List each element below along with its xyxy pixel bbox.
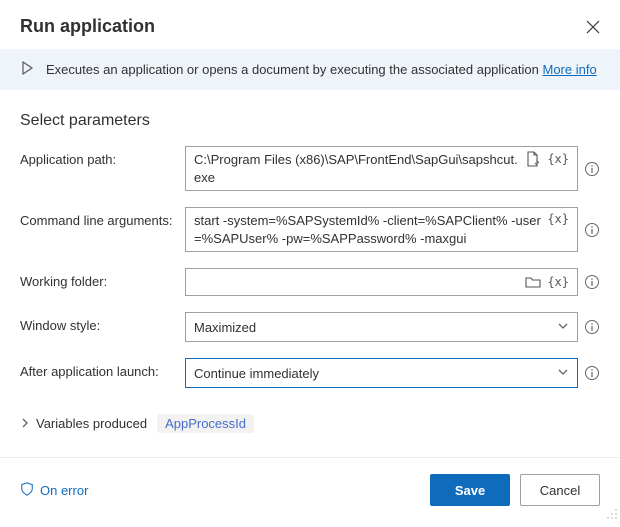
label-working-folder: Working folder: <box>20 268 175 289</box>
chevron-right-icon <box>20 416 30 431</box>
chevron-down-icon <box>557 320 569 335</box>
row-command-line-arguments: Command line arguments: start -system=%S… <box>20 199 600 260</box>
section-title: Select parameters <box>0 90 620 138</box>
chevron-down-icon <box>557 366 569 381</box>
more-info-link[interactable]: More info <box>543 62 597 77</box>
info-icon[interactable] <box>584 319 600 335</box>
on-error-link[interactable]: On error <box>20 482 88 499</box>
info-icon[interactable] <box>584 365 600 381</box>
dialog-footer: On error Save Cancel <box>0 457 620 522</box>
close-icon[interactable] <box>586 20 600 34</box>
dialog-title: Run application <box>20 16 155 37</box>
row-window-style: Window style: Maximized <box>20 304 600 350</box>
after-application-launch-value: Continue immediately <box>194 366 319 381</box>
on-error-label: On error <box>40 483 88 498</box>
application-path-value: C:\Program Files (x86)\SAP\FrontEnd\SapG… <box>194 151 519 186</box>
infobar: Executes an application or opens a docum… <box>0 49 620 90</box>
row-working-folder: Working folder: {x} <box>20 260 600 304</box>
working-folder-input[interactable]: {x} <box>185 268 578 296</box>
run-application-dialog: Run application Executes an application … <box>0 0 620 522</box>
label-command-line-arguments: Command line arguments: <box>20 207 175 228</box>
info-icon[interactable] <box>584 274 600 290</box>
variables-produced-row: Variables produced AppProcessId <box>0 396 620 457</box>
cancel-button[interactable]: Cancel <box>520 474 600 506</box>
info-icon[interactable] <box>584 161 600 177</box>
footer-buttons: Save Cancel <box>430 474 600 506</box>
dialog-header: Run application <box>0 0 620 49</box>
label-window-style: Window style: <box>20 312 175 333</box>
application-path-input[interactable]: C:\Program Files (x86)\SAP\FrontEnd\SapG… <box>185 146 578 191</box>
info-icon[interactable] <box>584 222 600 238</box>
save-button[interactable]: Save <box>430 474 510 506</box>
select-folder-icon[interactable] <box>525 274 541 290</box>
label-application-path: Application path: <box>20 146 175 167</box>
window-style-select[interactable]: Maximized <box>185 312 578 342</box>
row-after-application-launch: After application launch: Continue immed… <box>20 350 600 396</box>
variable-badge[interactable]: AppProcessId <box>157 414 254 433</box>
infobar-text: Executes an application or opens a docum… <box>46 62 600 77</box>
window-style-value: Maximized <box>194 320 256 335</box>
command-line-arguments-input[interactable]: start -system=%SAPSystemId% -client=%SAP… <box>185 207 578 252</box>
shield-icon <box>20 482 34 499</box>
parameters-form: Application path: C:\Program Files (x86)… <box>0 138 620 396</box>
variables-produced-toggle[interactable]: Variables produced <box>20 416 147 431</box>
variables-produced-label: Variables produced <box>36 416 147 431</box>
infobar-description: Executes an application or opens a docum… <box>46 62 543 77</box>
resize-grip-icon[interactable] <box>606 508 618 520</box>
command-line-arguments-value: start -system=%SAPSystemId% -client=%SAP… <box>194 212 541 247</box>
insert-variable-icon[interactable]: {x} <box>547 152 569 166</box>
insert-variable-icon[interactable]: {x} <box>547 212 569 226</box>
after-application-launch-select[interactable]: Continue immediately <box>185 358 578 388</box>
insert-variable-icon[interactable]: {x} <box>547 275 569 289</box>
row-application-path: Application path: C:\Program Files (x86)… <box>20 138 600 199</box>
play-icon <box>20 61 34 78</box>
select-file-icon[interactable] <box>525 151 541 167</box>
label-after-application-launch: After application launch: <box>20 358 175 379</box>
